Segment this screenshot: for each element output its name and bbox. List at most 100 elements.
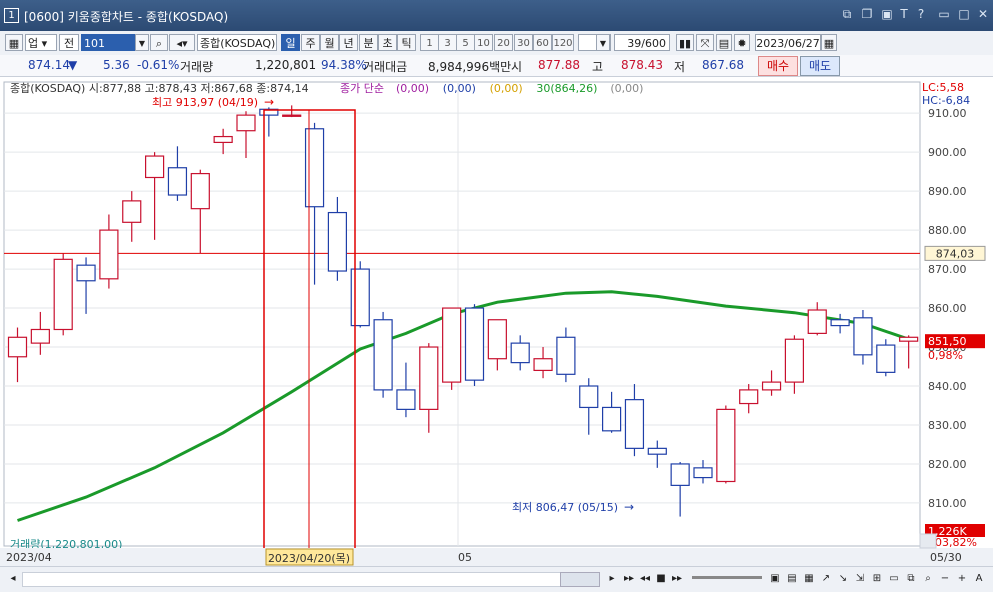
low-arrow-icon: →: [624, 500, 634, 514]
data-count[interactable]: 39/600: [614, 34, 670, 51]
interval-20[interactable]: 20: [494, 34, 513, 51]
close-icon[interactable]: ✕: [976, 7, 990, 21]
candle-body: [647, 447, 667, 455]
screen-code: [0600]: [24, 10, 64, 24]
fast-forward-icon[interactable]: ▸▸: [670, 571, 684, 586]
code-input[interactable]: 101: [81, 34, 135, 51]
chart-area[interactable]: 910.00900.00890.00880.00870.00860.00850.…: [0, 76, 993, 566]
candle-body: [236, 114, 256, 132]
minimize-icon[interactable]: ▭: [937, 7, 951, 21]
play-icon[interactable]: ▸▸: [622, 571, 636, 586]
interval-10[interactable]: 10: [474, 34, 493, 51]
interval-120[interactable]: 120: [552, 34, 574, 51]
period-second[interactable]: 초: [378, 34, 397, 51]
scroll-right-icon[interactable]: ▸: [605, 571, 619, 586]
rewind-icon[interactable]: ◂◂: [638, 571, 652, 586]
date-input[interactable]: 2023/06/27: [755, 34, 821, 51]
instrument-name: 종합(KOSDAQ): [197, 34, 277, 51]
sound-icon[interactable]: ◂▾: [169, 34, 195, 51]
maximize-icon[interactable]: □: [957, 7, 971, 21]
interval-1[interactable]: 1: [420, 34, 439, 51]
crosshair-icon[interactable]: ⤧: [696, 34, 714, 51]
period-tick[interactable]: 틱: [397, 34, 416, 51]
period-year[interactable]: 년: [339, 34, 358, 51]
window-icon[interactable]: 1: [4, 8, 19, 23]
market-select[interactable]: 업 ▾: [25, 34, 57, 51]
date-label: 05: [458, 551, 472, 564]
chart-type-icon[interactable]: ▮▮: [676, 34, 694, 51]
legend-ma-value: (0,00): [490, 82, 523, 95]
selected-date-label: 2023/04/20(목): [268, 552, 350, 565]
plot-frame: [3, 81, 921, 547]
candle-body: [30, 328, 50, 344]
zoom-icon[interactable]: ⌕: [921, 571, 935, 586]
copy-icon[interactable]: ❐: [860, 7, 874, 21]
prev-select[interactable]: 전: [59, 34, 79, 51]
scroll-track[interactable]: [22, 572, 594, 587]
panel-toggle-icon[interactable]: ▦: [5, 34, 23, 51]
search-icon[interactable]: ⌕: [150, 34, 168, 51]
legend-ma-label: 종가 단순: [340, 82, 384, 95]
volume-value: 1,220,801: [255, 58, 317, 72]
font-size-icon[interactable]: A: [972, 571, 986, 586]
lc-indicator: LC:5,58: [922, 81, 964, 94]
period-day[interactable]: 일: [281, 34, 300, 51]
sell-button[interactable]: 매도: [800, 56, 840, 76]
speed-slider[interactable]: [692, 576, 762, 579]
candlestick-chart[interactable]: 910.00900.00890.00880.00870.00860.00850.…: [0, 76, 993, 566]
zoom-in-icon[interactable]: +: [955, 571, 969, 586]
stop-icon[interactable]: ■: [654, 571, 668, 586]
change-down-icon: ▼: [68, 58, 78, 72]
window-icon-2[interactable]: ⧉: [904, 571, 918, 586]
current-price: 874.14: [28, 58, 70, 72]
arrow-tool-icon[interactable]: ⇲: [853, 571, 867, 586]
y-tick-label: 900.00: [928, 146, 967, 159]
candle-body: [830, 319, 850, 327]
interval-30[interactable]: 30: [514, 34, 533, 51]
y-tick-label: 820.00: [928, 458, 967, 471]
period-week[interactable]: 주: [301, 34, 320, 51]
tile-icon[interactable]: ▣: [880, 7, 894, 21]
layout-icon[interactable]: ▭: [887, 571, 901, 586]
settings-icon[interactable]: ✹: [734, 34, 750, 51]
candle-body: [761, 381, 782, 391]
date-label: 05/30: [930, 551, 962, 564]
open-value: 877.88: [538, 58, 580, 72]
last-change-label: 0,98%: [928, 349, 963, 362]
candle-body: [373, 319, 393, 391]
interval-3[interactable]: 3: [438, 34, 457, 51]
period-minute[interactable]: 분: [359, 34, 378, 51]
market-select-value: 업: [28, 37, 39, 50]
font-icon[interactable]: T: [897, 7, 911, 21]
link-icon[interactable]: ⧉: [840, 7, 854, 21]
interval-60[interactable]: 60: [533, 34, 552, 51]
candle-body: [601, 406, 622, 432]
draw-tool-icon[interactable]: ▤: [785, 571, 799, 586]
interval-dropdown-icon[interactable]: ▼: [596, 34, 610, 51]
title-bar: 1 [0600] 키움종합차트 - 종합(KOSDAQ) ⧉ ❐ ▣ T ? ▭…: [0, 0, 993, 31]
trend-tool-icon[interactable]: ↗: [819, 571, 833, 586]
fib-tool-icon[interactable]: ↘: [836, 571, 850, 586]
volume-rate: 94.38%: [321, 58, 367, 72]
scroll-left-icon[interactable]: ◂: [6, 571, 20, 586]
price-info-bar: 874.14 ▼ 5.36 -0.61% 거래량 1,220,801 94.38…: [0, 55, 993, 77]
zoom-out-icon[interactable]: −: [938, 571, 952, 586]
save-icon[interactable]: ▤: [716, 34, 732, 51]
buy-button[interactable]: 매수: [758, 56, 798, 76]
table-icon[interactable]: ▦: [802, 571, 816, 586]
y-tick-label: 890.00: [928, 185, 967, 198]
legend-ohlc: 종합(KOSDAQ) 시:877,88 고:878,43 저:867,68 종:…: [10, 82, 309, 95]
high-label: 고: [592, 60, 604, 74]
scroll-thumb[interactable]: [560, 572, 600, 587]
calendar-icon[interactable]: ▦: [821, 34, 837, 51]
candle-body: [693, 467, 713, 479]
candle-body: [876, 344, 896, 373]
zoom-box-icon[interactable]: ▣: [768, 571, 782, 586]
help-icon[interactable]: ?: [914, 7, 928, 21]
low-annotation: 최저 806,47 (05/15): [512, 501, 618, 514]
period-month[interactable]: 월: [320, 34, 339, 51]
split-icon[interactable]: ⊞: [870, 571, 884, 586]
legend-ma-value: (0,00): [610, 82, 643, 95]
code-dropdown-icon[interactable]: ▼: [135, 34, 149, 51]
interval-5[interactable]: 5: [456, 34, 475, 51]
